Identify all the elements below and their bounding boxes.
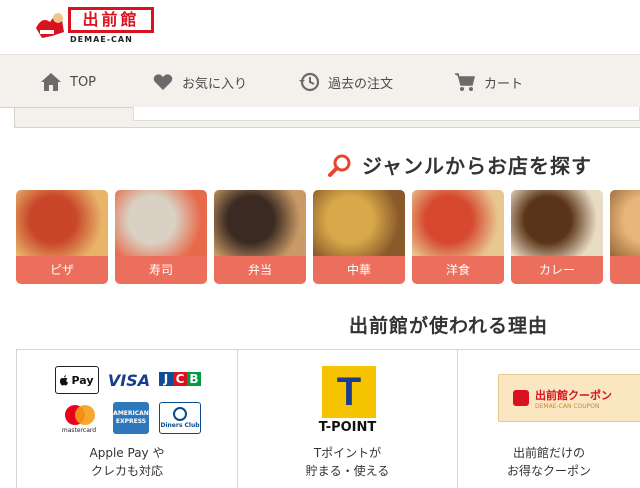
heart-icon [152,71,174,93]
tpoint-logo: T [322,366,376,418]
cart-icon [454,71,476,93]
demae-can-logo[interactable]: 出前館 DEMAE-CAN [32,4,164,50]
genre-card[interactable]: カレー [511,190,603,284]
genre-photo [511,190,603,256]
genre-photo [16,190,108,256]
nav-label: カート [484,76,524,92]
apple-pay-logo: Pay [55,366,99,394]
nav-label: お気に入り [182,76,248,92]
reason-payment[interactable]: Pay VISA J C B mastercard AMERICAN EXPRE… [16,350,237,488]
amex-logo: AMERICAN EXPRESS [113,402,149,434]
nav-label: TOP [70,74,97,90]
reasons-panels: Pay VISA J C B mastercard AMERICAN EXPRE… [16,349,640,488]
coupon-mascot-icon [513,390,529,406]
genre-label: 洋食 [412,256,504,284]
reason-coupon[interactable]: 出前館クーポン DEMAE-CAN COUPON 出前館だけの お得なクーポン [457,350,640,488]
genre-card[interactable]: 寿司 [115,190,207,284]
genre-card[interactable]: 弁当 [214,190,306,284]
coupon-banner: 出前館クーポン DEMAE-CAN COUPON [498,374,640,422]
nav-item-cart[interactable]: カート [454,55,523,109]
nav-item-order-history[interactable]: 過去の注文 [298,55,393,109]
reason-text: Tポイントが 貯まる・使える [305,446,390,478]
reasons-section-title: 出前館が使われる理由 [349,315,549,337]
home-icon [40,71,62,93]
nav-item-top[interactable]: TOP [40,55,96,109]
nav-item-favorites[interactable]: お気に入り [152,55,247,109]
reason-text: 出前館だけの お得なクーポン [506,446,591,478]
site-header: 出前館 DEMAE-CAN [0,0,640,54]
visa-logo: VISA [107,370,151,390]
genre-photo [412,190,504,256]
reason-tpoint[interactable]: T T-POINT Tポイントが 貯まる・使える [237,350,457,488]
genre-card[interactable]: ピザ [16,190,108,284]
genre-card[interactable]: ハン [610,190,640,284]
diners-club-logo: Diners Club [159,402,201,434]
jcb-logo: J C B [159,364,201,394]
main-nav: TOP お気に入り 過去の注文 カート [0,54,640,108]
genre-photo [115,190,207,256]
mascot-icon [36,13,64,38]
mastercard-logo: mastercard [55,400,103,436]
genre-label: 寿司 [115,256,207,284]
genre-photo [214,190,306,256]
genre-section-title: ジャンルからお店を探す [362,154,592,178]
tpoint-logo-label: T-POINT [318,420,377,435]
genre-label: カレー [511,256,603,284]
logo-wordmark: 出前館 [68,7,154,33]
genre-list: ピザ寿司弁当中華洋食カレーハン [16,190,640,286]
reason-text: Apple Pay や クレカも対応 [89,446,165,478]
search-icon [328,154,351,177]
genre-photo [610,190,640,256]
search-area [14,107,640,128]
nav-label: 過去の注文 [328,76,394,92]
genre-label: ピザ [16,256,108,284]
genre-photo [313,190,405,256]
genre-label: 中華 [313,256,405,284]
genre-card[interactable]: 中華 [313,190,405,284]
genre-section-heading: ジャンルからお店を探す [328,150,592,179]
genre-label: 弁当 [214,256,306,284]
history-icon [298,71,320,93]
genre-card[interactable]: 洋食 [412,190,504,284]
genre-label: ハン [610,256,640,284]
search-input[interactable] [133,107,640,121]
logo-subtext: DEMAE-CAN [70,35,133,44]
